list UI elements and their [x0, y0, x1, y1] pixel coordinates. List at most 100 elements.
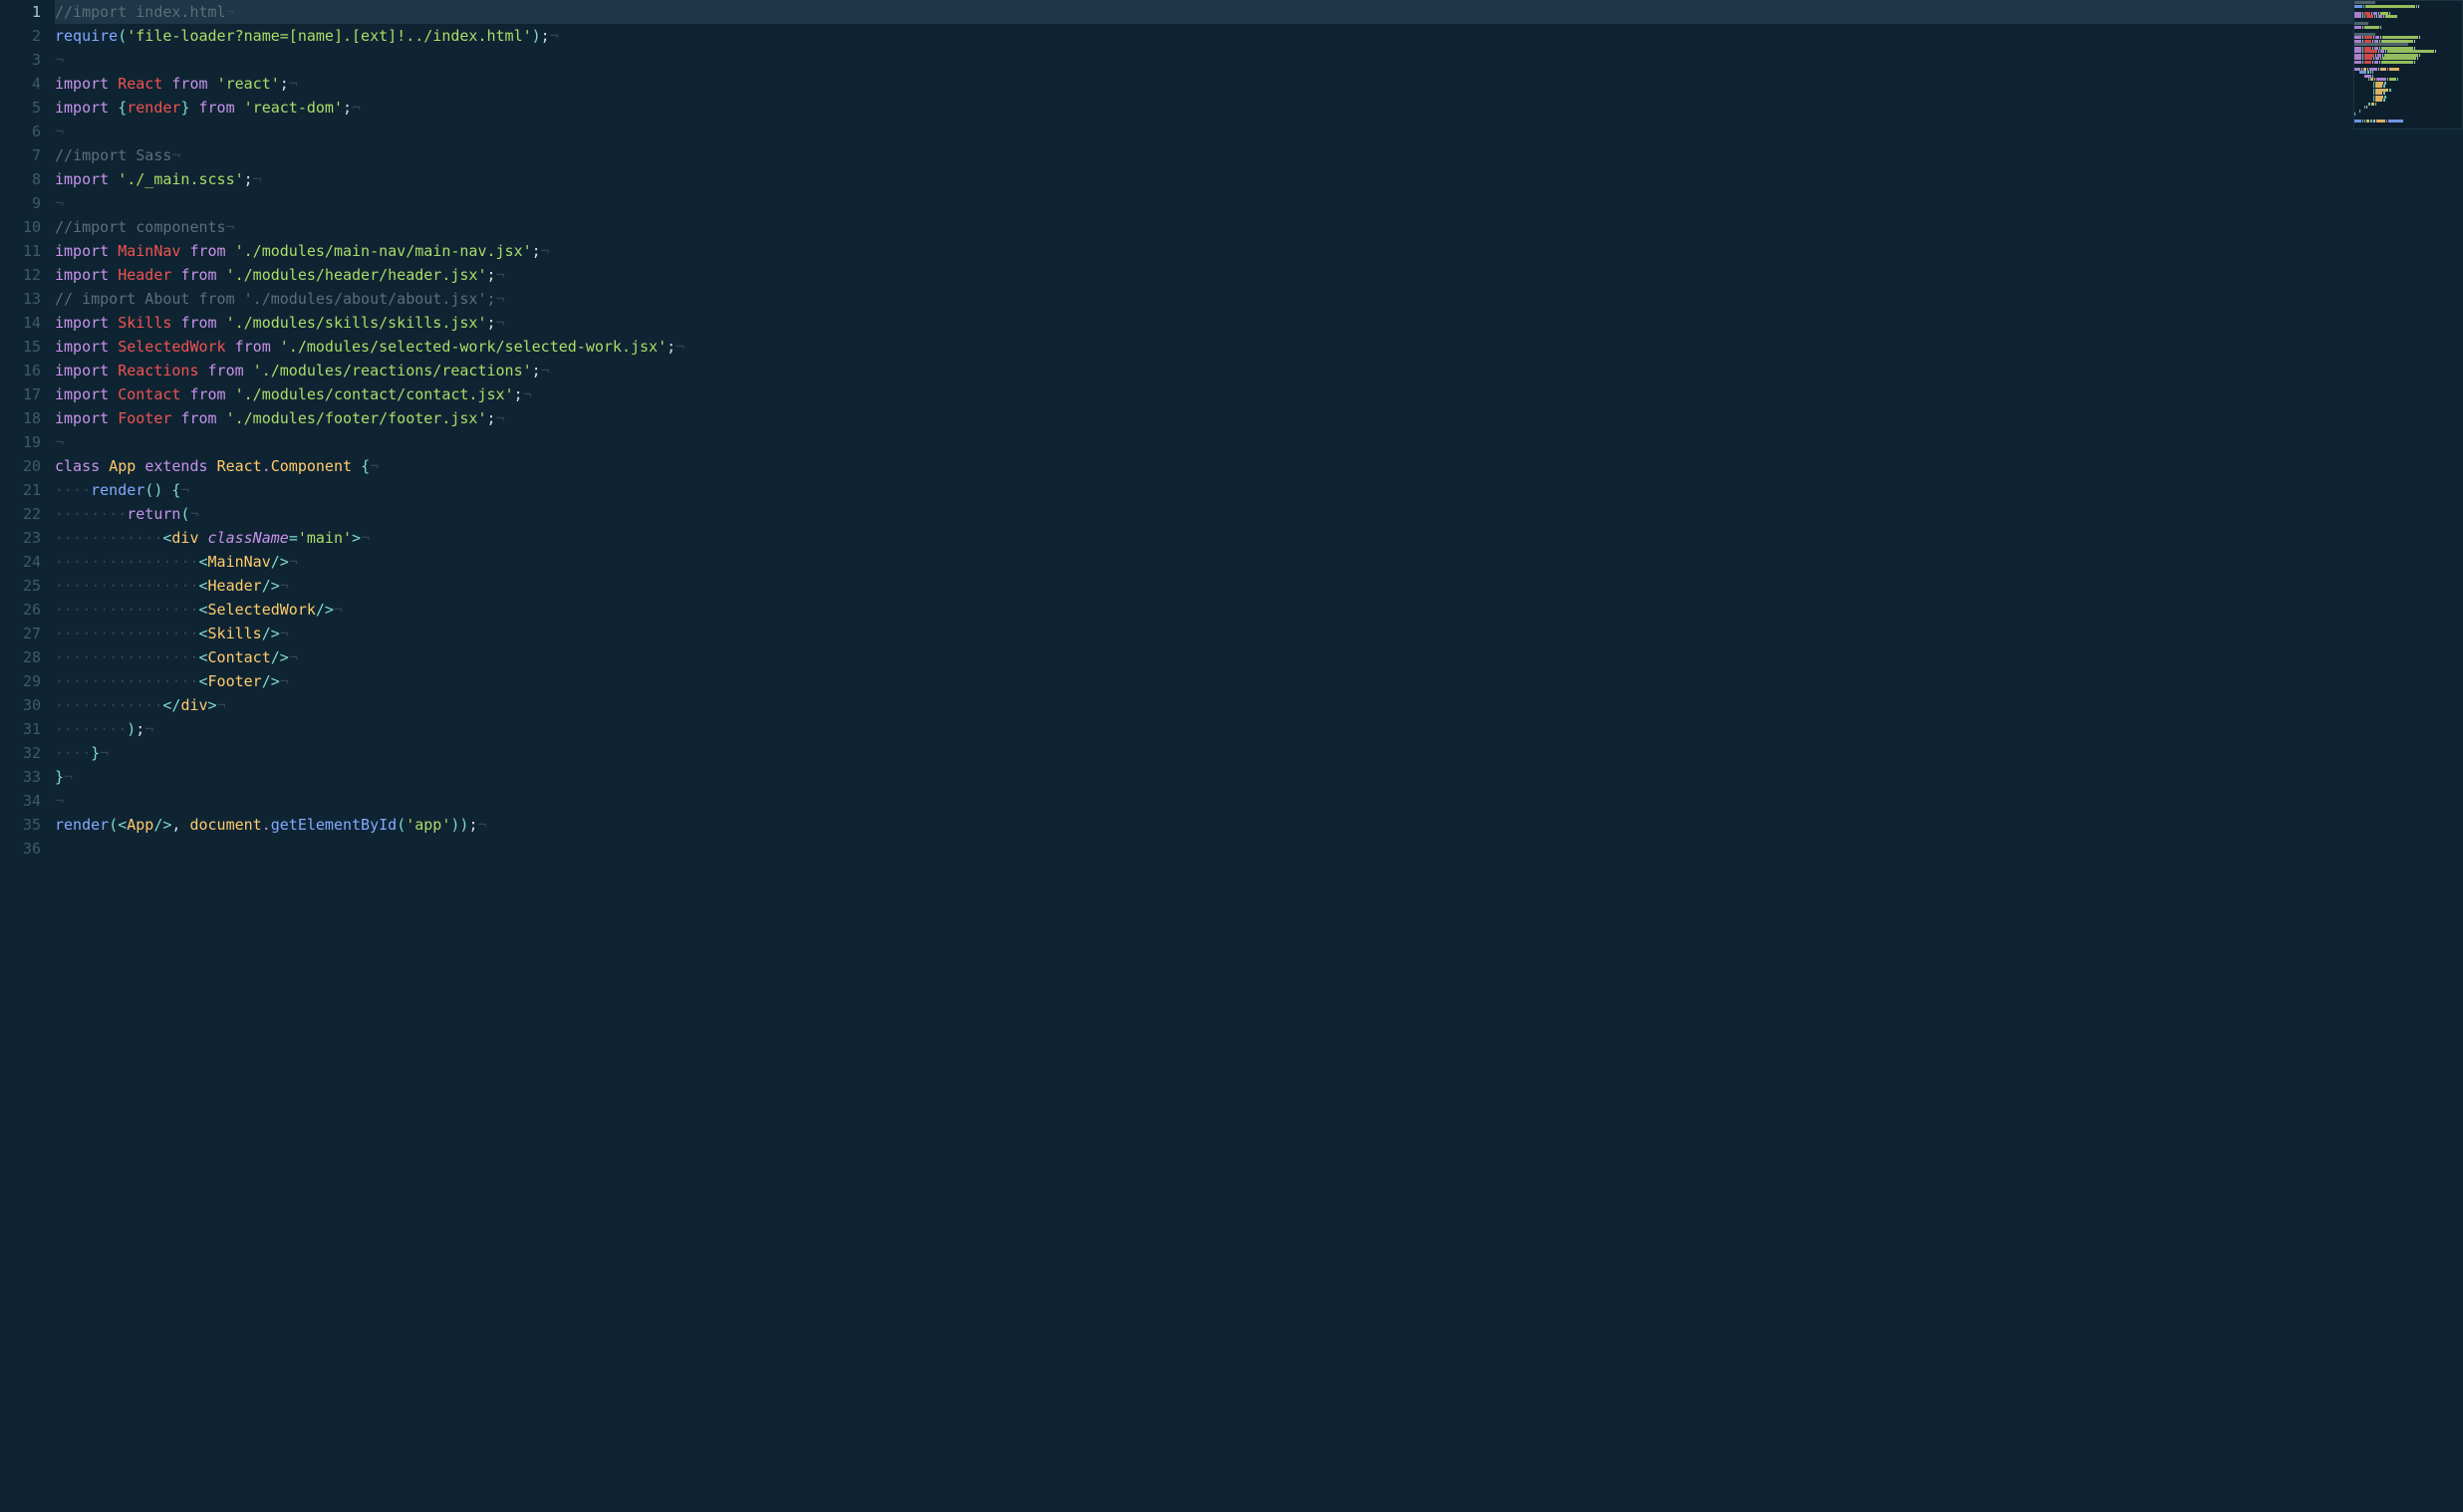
code-editor[interactable]: 1234567891011121314151617181920212223242…	[0, 0, 2463, 1512]
code-line[interactable]: import MainNav from './modules/main-nav/…	[55, 239, 2463, 263]
line-number[interactable]: 14	[0, 311, 41, 335]
token: render	[127, 96, 180, 120]
code-line[interactable]: ················<Header/>¬	[55, 574, 2463, 598]
code-line[interactable]: ········return(¬	[55, 502, 2463, 526]
token: Contact	[118, 382, 180, 406]
code-line[interactable]	[55, 837, 2463, 861]
token: />	[262, 574, 280, 598]
code-line[interactable]: ············<div className='main'>¬	[55, 526, 2463, 550]
line-number[interactable]: 2	[0, 24, 41, 48]
token: ········	[55, 502, 127, 526]
line-number[interactable]: 20	[0, 454, 41, 478]
line-number[interactable]: 24	[0, 550, 41, 574]
code-line[interactable]: ¬	[55, 120, 2463, 143]
code-line[interactable]: import Skills from './modules/skills/ski…	[55, 311, 2463, 335]
code-line[interactable]: ¬	[55, 48, 2463, 72]
token	[100, 454, 109, 478]
line-number[interactable]: 27	[0, 622, 41, 645]
line-number[interactable]: 30	[0, 693, 41, 717]
line-number[interactable]: 32	[0, 741, 41, 765]
token: './_main.scss'	[118, 167, 243, 191]
code-line[interactable]: import React from 'react';¬	[55, 72, 2463, 96]
code-line[interactable]: // import About from './modules/about/ab…	[55, 287, 2463, 311]
line-number[interactable]: 6	[0, 120, 41, 143]
line-number[interactable]: 4	[0, 72, 41, 96]
line-number[interactable]: 7	[0, 143, 41, 167]
code-line[interactable]: require('file-loader?name=[name].[ext]!.…	[55, 24, 2463, 48]
line-number[interactable]: 25	[0, 574, 41, 598]
code-line[interactable]: ············</div>¬	[55, 693, 2463, 717]
token: ················	[55, 622, 199, 645]
line-number[interactable]: 13	[0, 287, 41, 311]
line-number[interactable]: 10	[0, 215, 41, 239]
code-line[interactable]: import {render} from 'react-dom';¬	[55, 96, 2463, 120]
code-line[interactable]: ················<SelectedWork/>¬	[55, 598, 2463, 622]
token	[180, 382, 189, 406]
code-line[interactable]: ¬	[55, 430, 2463, 454]
code-line[interactable]: import SelectedWork from './modules/sele…	[55, 335, 2463, 359]
code-line[interactable]: //import Sass¬	[55, 143, 2463, 167]
code-line[interactable]: ················<Contact/>¬	[55, 645, 2463, 669]
line-number[interactable]: 22	[0, 502, 41, 526]
line-number[interactable]: 21	[0, 478, 41, 502]
line-number[interactable]: 28	[0, 645, 41, 669]
code-line[interactable]: ················<MainNav/>¬	[55, 550, 2463, 574]
line-number[interactable]: 36	[0, 837, 41, 861]
line-number[interactable]: 17	[0, 382, 41, 406]
token: ················	[55, 645, 199, 669]
code-line[interactable]: ¬	[55, 789, 2463, 813]
code-line[interactable]: render(<App/>, document.getElementById('…	[55, 813, 2463, 837]
code-line[interactable]: import Footer from './modules/footer/foo…	[55, 406, 2463, 430]
line-number[interactable]: 35	[0, 813, 41, 837]
line-number[interactable]: 5	[0, 96, 41, 120]
token: ····	[55, 478, 91, 502]
token: />	[316, 598, 334, 622]
token: './modules/skills/skills.jsx'	[226, 311, 487, 335]
line-number[interactable]: 15	[0, 335, 41, 359]
line-number[interactable]: 33	[0, 765, 41, 789]
line-number[interactable]: 9	[0, 191, 41, 215]
code-content[interactable]: //import index.html¬require('file-loader…	[55, 0, 2463, 1512]
token: ¬	[280, 574, 289, 598]
token: import	[55, 359, 109, 382]
code-line[interactable]: ····render() {¬	[55, 478, 2463, 502]
token: (	[109, 813, 118, 837]
code-line[interactable]: //import index.html¬	[55, 0, 2463, 24]
token	[217, 311, 226, 335]
token	[352, 454, 361, 478]
code-line[interactable]: ····}¬	[55, 741, 2463, 765]
token: <	[118, 813, 127, 837]
line-number[interactable]: 16	[0, 359, 41, 382]
line-number[interactable]: 1	[0, 0, 41, 24]
line-number[interactable]: 8	[0, 167, 41, 191]
code-line[interactable]: ¬	[55, 191, 2463, 215]
code-line[interactable]: //import components¬	[55, 215, 2463, 239]
code-line[interactable]: }¬	[55, 765, 2463, 789]
line-number[interactable]: 11	[0, 239, 41, 263]
line-number[interactable]: 29	[0, 669, 41, 693]
line-number[interactable]: 31	[0, 717, 41, 741]
line-number[interactable]: 3	[0, 48, 41, 72]
line-number[interactable]: 18	[0, 406, 41, 430]
token: ¬	[541, 359, 550, 382]
line-number[interactable]: 12	[0, 263, 41, 287]
token: ¬	[280, 622, 289, 645]
line-number[interactable]: 23	[0, 526, 41, 550]
token: React	[217, 454, 262, 478]
code-line[interactable]: ················<Footer/>¬	[55, 669, 2463, 693]
code-line[interactable]: import Contact from './modules/contact/c…	[55, 382, 2463, 406]
code-line[interactable]: import Header from './modules/header/hea…	[55, 263, 2463, 287]
token: ¬	[55, 430, 64, 454]
line-number[interactable]: 19	[0, 430, 41, 454]
code-line[interactable]: ········);¬	[55, 717, 2463, 741]
token	[162, 72, 171, 96]
code-line[interactable]: ················<Skills/>¬	[55, 622, 2463, 645]
line-number-gutter[interactable]: 1234567891011121314151617181920212223242…	[0, 0, 55, 1512]
token: (	[118, 24, 127, 48]
line-number[interactable]: 34	[0, 789, 41, 813]
code-line[interactable]: import Reactions from './modules/reactio…	[55, 359, 2463, 382]
code-line[interactable]: import './_main.scss';¬	[55, 167, 2463, 191]
minimap[interactable]	[2353, 0, 2463, 129]
code-line[interactable]: class App extends React.Component {¬	[55, 454, 2463, 478]
line-number[interactable]: 26	[0, 598, 41, 622]
